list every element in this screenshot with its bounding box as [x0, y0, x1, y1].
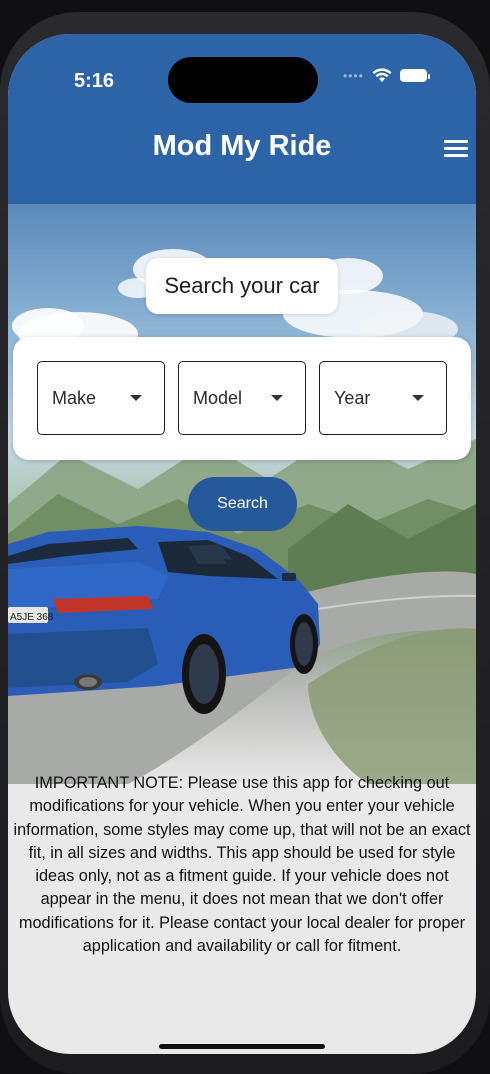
hero-section: A5JE 368 Search your car Make Model Year… — [8, 204, 476, 784]
search-heading: Search your car — [146, 258, 338, 314]
model-dropdown[interactable]: Model — [178, 361, 306, 435]
chevron-down-icon — [271, 395, 283, 401]
app-bar: 5:16 •••• Mod My Ride — [8, 34, 476, 204]
home-indicator[interactable] — [159, 1044, 325, 1049]
phone-frame: 5:16 •••• Mod My Ride A5JE 368 Search yo… — [0, 12, 490, 1074]
search-button[interactable]: Search — [188, 477, 297, 531]
year-dropdown[interactable]: Year — [319, 361, 447, 435]
dropdown-card: Make Model Year — [13, 337, 471, 460]
battery-icon — [399, 69, 430, 82]
app-title: Mod My Ride — [152, 130, 332, 162]
make-dropdown-label: Make — [52, 387, 97, 408]
wifi-icon — [372, 68, 392, 82]
dynamic-island — [168, 57, 318, 103]
screen: 5:16 •••• Mod My Ride A5JE 368 Search yo… — [8, 34, 476, 1054]
chevron-down-icon — [412, 395, 424, 401]
car-plate-text: A5JE 368 — [10, 612, 54, 623]
hamburger-menu-icon[interactable] — [444, 140, 468, 158]
chevron-down-icon — [130, 395, 142, 401]
model-dropdown-label: Model — [193, 387, 243, 408]
signal-icon: •••• — [343, 68, 364, 83]
status-time: 5:16 — [74, 70, 115, 92]
important-note: IMPORTANT NOTE: Please use this app for … — [13, 774, 471, 956]
status-icons: •••• — [343, 68, 430, 83]
year-dropdown-label: Year — [334, 387, 371, 408]
make-dropdown[interactable]: Make — [37, 361, 165, 435]
